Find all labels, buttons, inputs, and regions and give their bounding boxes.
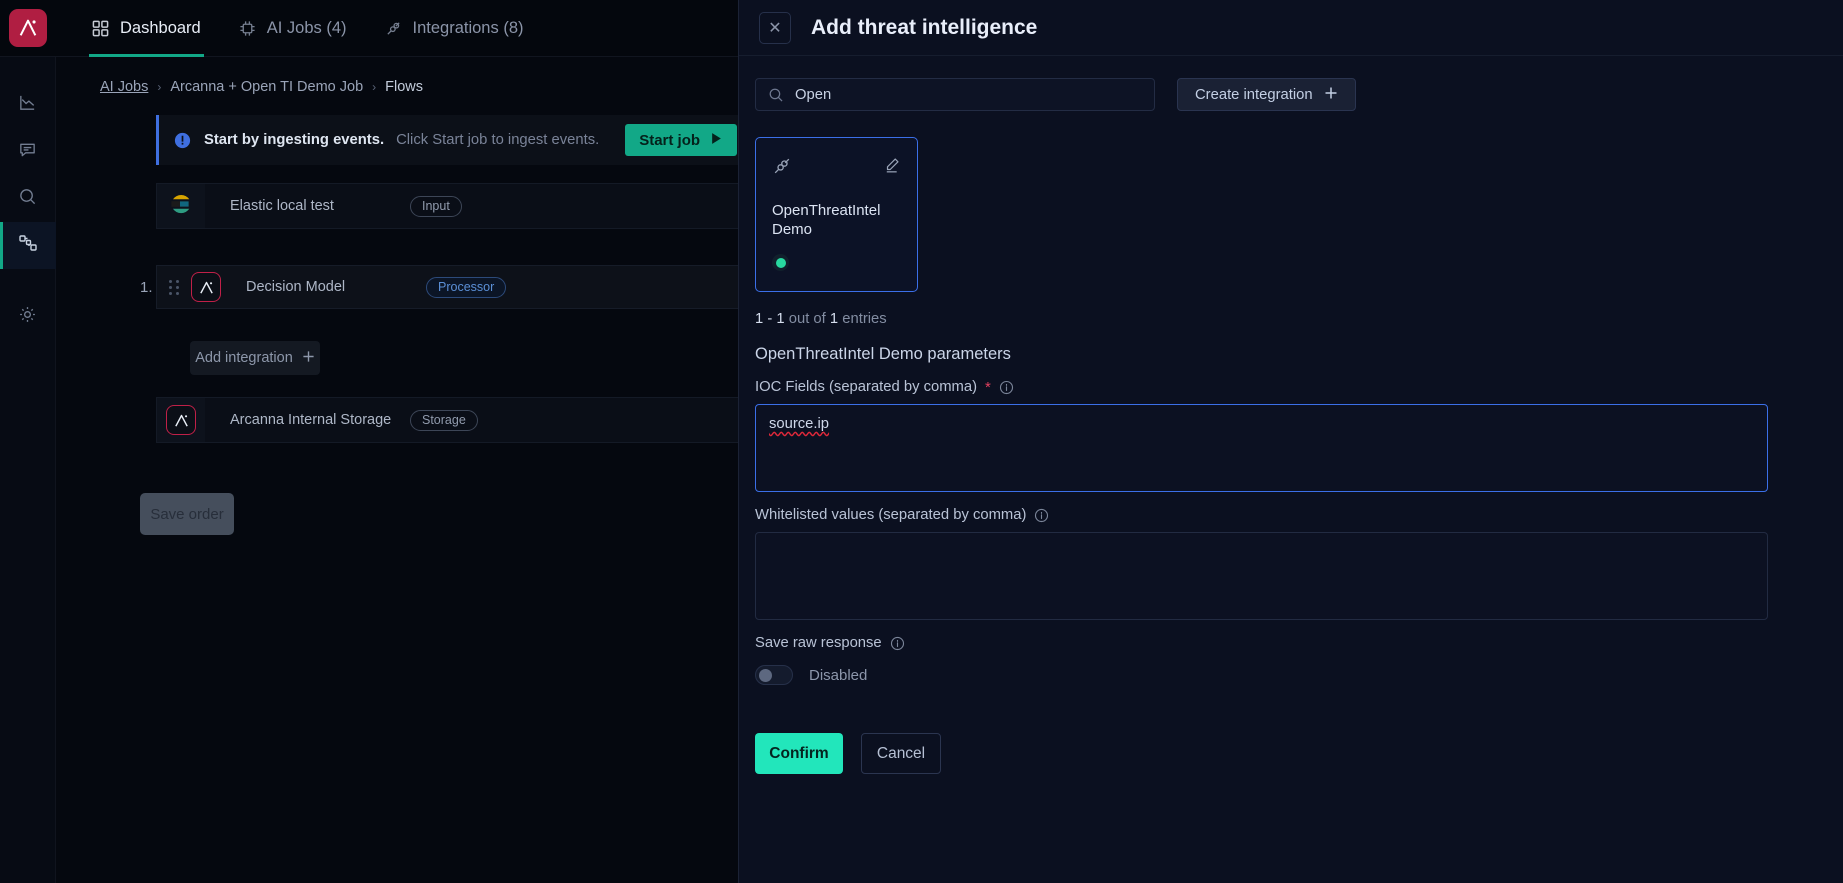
tab-integrations-label: Integrations (8)	[412, 18, 524, 37]
create-integration-button[interactable]: Create integration	[1177, 78, 1356, 111]
whitelisted-values-input[interactable]	[755, 532, 1768, 620]
pencil-icon[interactable]	[883, 156, 901, 179]
breadcrumb-ai-jobs[interactable]: AI Jobs	[100, 79, 148, 95]
nav-tabs: Dashboard AI Jobs (4) Integrations (8)	[73, 0, 543, 57]
arcanna-icon	[191, 272, 221, 302]
confirm-button[interactable]: Confirm	[755, 733, 843, 774]
add-integration-button[interactable]: Add integration	[190, 341, 320, 375]
info-icon[interactable]	[1034, 508, 1049, 523]
save-raw-response-toggle[interactable]	[755, 665, 793, 685]
whitelisted-values-label: Whitelisted values (separated by comma)	[755, 507, 1799, 523]
notice-subtitle: Click Start job to ingest events.	[396, 132, 600, 148]
drawer-header: ✕ Add threat intelligence	[739, 0, 1843, 56]
arcanna-logo-icon	[19, 19, 37, 36]
entries-suffix: entries	[842, 311, 887, 327]
plus-icon	[1324, 86, 1338, 104]
search-input[interactable]	[795, 86, 1142, 103]
comment-icon	[18, 140, 37, 164]
sidebar-item-settings[interactable]	[0, 293, 56, 340]
ioc-fields-label: IOC Fields (separated by comma) *	[755, 379, 1799, 395]
search-icon	[18, 187, 37, 211]
notice-title: Start by ingesting events.	[204, 132, 385, 148]
integration-search-wrapper[interactable]	[755, 78, 1155, 111]
integration-card-title: OpenThreatIntel Demo	[772, 202, 881, 238]
elastic-icon	[168, 191, 194, 222]
breadcrumb-separator: ›	[157, 80, 162, 94]
ingest-notice-banner: Start by ingesting events. Click Start j…	[156, 115, 784, 165]
integration-card-openthreatintel-demo[interactable]: OpenThreatIntel Demo	[755, 137, 918, 292]
drawer-body: Create integration	[739, 56, 1843, 883]
input-row-badge: Input	[410, 195, 462, 217]
start-job-label: Start job	[639, 131, 701, 149]
create-integration-label: Create integration	[1195, 86, 1313, 103]
breadcrumb-flows: Flows	[385, 79, 424, 95]
parameters-title: OpenThreatIntel Demo parameters	[755, 345, 1011, 363]
storage-icon-cell	[157, 398, 205, 442]
tab-ai-jobs[interactable]: AI Jobs (4)	[220, 0, 366, 57]
drawer-title: Add threat intelligence	[811, 15, 1038, 39]
tab-dashboard[interactable]: Dashboard	[73, 0, 220, 57]
plus-icon	[302, 350, 315, 367]
save-raw-response-row: Disabled	[755, 665, 1799, 685]
processor-row-name: Decision Model	[246, 279, 346, 295]
ioc-fields-value: source.ip	[769, 416, 830, 432]
add-integration-label: Add integration	[195, 350, 293, 366]
grid-icon	[92, 20, 109, 37]
chip-icon	[239, 20, 256, 37]
sidebar-item-analytics[interactable]	[0, 81, 56, 128]
storage-row-name: Arcanna Internal Storage	[230, 412, 392, 428]
tab-integrations[interactable]: Integrations (8)	[366, 0, 543, 57]
add-threat-intelligence-drawer: ✕ Add threat intelligence Create integra…	[738, 0, 1843, 883]
play-icon	[710, 132, 723, 149]
sidebar-item-search[interactable]	[0, 175, 56, 222]
plug-icon	[385, 20, 402, 37]
info-icon[interactable]	[999, 380, 1014, 395]
start-job-button[interactable]: Start job	[625, 124, 738, 156]
whitelisted-values-label-text: Whitelisted values (separated by comma)	[755, 507, 1027, 523]
entries-count: 1 - 1 out of 1 entries	[755, 311, 1799, 327]
required-marker: *	[985, 378, 991, 396]
step-number: 1.	[140, 278, 153, 296]
tab-ai-jobs-label: AI Jobs (4)	[266, 18, 347, 37]
entries-total: 1	[829, 311, 839, 327]
cancel-button[interactable]: Cancel	[861, 733, 941, 774]
sidebar-item-feedback[interactable]	[0, 128, 56, 175]
ioc-fields-label-text: IOC Fields (separated by comma)	[755, 379, 978, 395]
search-icon	[768, 87, 784, 103]
nodes-icon	[18, 233, 38, 258]
ioc-fields-input[interactable]: source.ip	[755, 404, 1768, 492]
close-icon[interactable]: ✕	[759, 11, 791, 44]
breadcrumb-separator-2: ›	[372, 80, 377, 94]
plug-icon	[772, 156, 792, 181]
save-order-button[interactable]: Save order	[140, 493, 234, 535]
arcanna-icon	[166, 405, 196, 435]
processor-row-badge: Processor	[426, 276, 507, 298]
sidebar-item-flows[interactable]	[0, 222, 56, 269]
card-top-row	[772, 156, 901, 181]
input-icon-cell	[157, 184, 205, 228]
search-and-create-row: Create integration	[755, 78, 1799, 111]
gear-icon	[18, 305, 37, 329]
status-badge	[772, 254, 789, 271]
save-raw-response-label-text: Save raw response	[755, 635, 882, 651]
info-icon[interactable]	[890, 636, 905, 651]
input-row-name: Elastic local test	[230, 198, 334, 214]
breadcrumb-job[interactable]: Arcanna + Open TI Demo Job	[170, 79, 363, 95]
drag-handle-icon[interactable]	[157, 279, 191, 295]
flow-row-storage[interactable]: Arcanna Internal Storage Storage	[156, 397, 784, 443]
entries-middle: out of	[788, 311, 826, 327]
tab-dashboard-label: Dashboard	[120, 18, 201, 37]
flow-row-processor[interactable]: Decision Model Processor	[156, 265, 784, 309]
drawer-action-buttons: Confirm Cancel	[755, 733, 1799, 774]
storage-row-badge: Storage	[410, 409, 478, 431]
chart-line-icon	[18, 93, 37, 117]
info-circle-icon	[173, 131, 192, 150]
arcanna-logo[interactable]	[9, 9, 47, 47]
entries-range: 1 - 1	[755, 311, 785, 327]
save-raw-response-label: Save raw response	[755, 635, 1799, 651]
save-raw-response-state: Disabled	[809, 666, 868, 684]
flow-row-input[interactable]: Elastic local test Input	[156, 183, 784, 229]
app-root: Dashboard AI Jobs (4) Integrations (8) A…	[0, 0, 1843, 883]
left-sidebar	[0, 57, 56, 883]
